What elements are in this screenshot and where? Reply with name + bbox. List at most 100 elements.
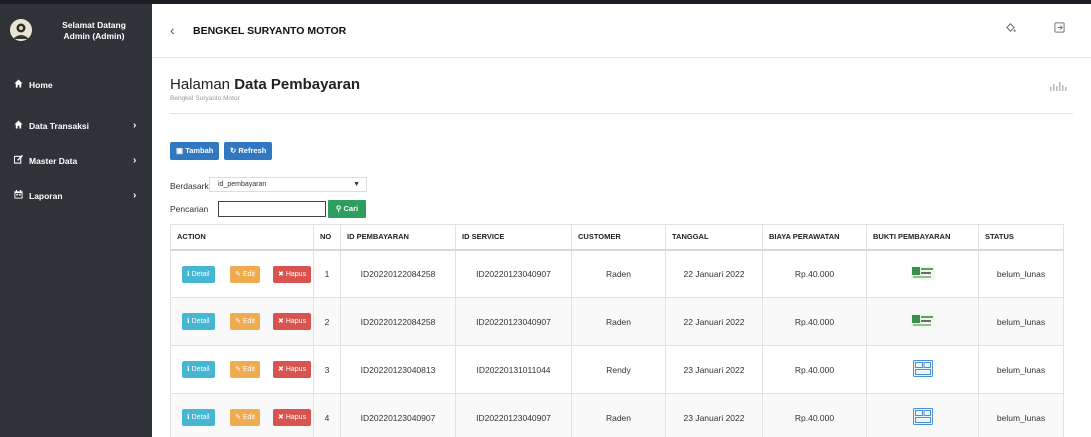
edit-button-label: Edit — [242, 318, 255, 325]
cell-id-pembayaran: ID20220123040813 — [340, 345, 456, 394]
sidebar: Selamat Datang Admin (Admin) Home Data T… — [0, 0, 152, 437]
refresh-icon: ↻ — [230, 146, 237, 155]
edit-button[interactable]: ✎ Edit — [230, 409, 260, 426]
cell-id-pembayaran: ID20220123040907 — [340, 393, 456, 437]
cell-biaya: Rp.40.000 — [762, 345, 867, 394]
edit-icon — [12, 154, 24, 166]
detail-button[interactable]: ℹ Detail — [182, 313, 215, 330]
column-header: STATUS — [978, 224, 1064, 251]
delete-button-label: Hapus — [285, 414, 307, 421]
column-header: ACTION — [170, 224, 314, 251]
search-icon: ⚲ — [335, 204, 342, 213]
search-button[interactable]: ⚲ Cari — [328, 200, 366, 218]
delete-button[interactable]: ✖ Hapus — [273, 313, 312, 330]
cell-customer: Raden — [571, 297, 666, 346]
table-row: ℹ Detail ✎ Edit ✖ Hapus 2 ID202201220842… — [170, 297, 1064, 346]
delete-button-label: Hapus — [285, 318, 307, 325]
detail-button-label: Detail — [191, 270, 210, 278]
home-icon — [12, 79, 24, 90]
user-panel: Selamat Datang Admin (Admin) — [0, 14, 152, 48]
cell-no: 3 — [313, 345, 341, 394]
calendar-icon — [12, 190, 24, 201]
column-header: CUSTOMER — [571, 224, 666, 251]
action-cell: ℹ Detail ✎ Edit ✖ Hapus — [170, 249, 314, 298]
sidebar-item-laporan[interactable]: Laporan › — [0, 186, 152, 206]
sidebar-item-home[interactable]: Home — [0, 75, 152, 95]
close-icon: ✖ — [278, 414, 284, 421]
receipt-thumbnail[interactable] — [910, 313, 935, 330]
document-thumbnail[interactable] — [912, 408, 933, 427]
cell-tanggal: 22 Januari 2022 — [665, 297, 763, 346]
cell-bukti — [866, 249, 979, 298]
cell-id-service: ID20220123040907 — [455, 249, 572, 298]
detail-button[interactable]: ℹ Detail — [182, 361, 215, 378]
page-header: Halaman Data Pembayaran Bengkel Suryanto… — [170, 76, 1073, 114]
info-icon: ℹ — [187, 270, 190, 278]
edit-icon: ✎ — [235, 270, 241, 278]
paint-bucket-icon[interactable] — [1005, 22, 1016, 36]
sidebar-item-data-transaksi[interactable]: Data Transaksi › — [0, 116, 152, 136]
page-title: Halaman Data Pembayaran — [170, 76, 360, 93]
edit-button-label: Edit — [242, 414, 255, 421]
edit-button[interactable]: ✎ Edit — [230, 361, 260, 378]
cell-biaya: Rp.40.000 — [762, 249, 867, 298]
user-name: Admin (Admin) — [63, 31, 125, 41]
cell-status: belum_lunas — [978, 249, 1064, 298]
detail-button[interactable]: ℹ Detail — [182, 409, 215, 426]
cell-biaya: Rp.40.000 — [762, 393, 867, 437]
caret-down-icon: ▼ — [353, 181, 360, 188]
delete-button[interactable]: ✖ Hapus — [273, 409, 312, 426]
cell-id-service: ID20220123040907 — [455, 297, 572, 346]
cell-biaya: Rp.40.000 — [762, 297, 867, 346]
avatar — [10, 19, 32, 41]
chevron-right-icon: › — [133, 120, 137, 131]
edit-icon: ✎ — [235, 366, 241, 373]
cell-bukti — [866, 297, 979, 346]
cell-bukti — [866, 345, 979, 394]
filter-by-select[interactable]: id_pembayaran ▼ — [209, 177, 367, 192]
top-border — [0, 0, 1091, 4]
close-icon: ✖ — [278, 270, 284, 278]
delete-button-label: Hapus — [285, 366, 307, 373]
table-header-row: ACTION NO ID PEMBAYARAN ID SERVICE CUSTO… — [170, 224, 1064, 251]
detail-button-label: Detail — [191, 414, 210, 421]
close-icon: ✖ — [278, 366, 284, 373]
close-icon: ✖ — [278, 318, 284, 325]
action-cell: ℹ Detail ✎ Edit ✖ Hapus — [170, 345, 314, 394]
cell-tanggal: 23 Januari 2022 — [665, 393, 763, 437]
delete-button[interactable]: ✖ Hapus — [273, 361, 312, 378]
detail-button[interactable]: ℹ Detail — [182, 265, 215, 283]
column-header: ID PEMBAYARAN — [340, 224, 456, 251]
sign-out-icon[interactable] — [1054, 22, 1065, 36]
sidebar-item-master-data[interactable]: Master Data › — [0, 151, 152, 171]
edit-button[interactable]: ✎ Edit — [230, 265, 260, 283]
detail-button-label: Detail — [191, 318, 210, 325]
info-icon: ℹ — [187, 366, 190, 373]
cell-no: 4 — [313, 393, 341, 437]
info-icon: ℹ — [187, 318, 190, 325]
cell-status: belum_lunas — [978, 297, 1064, 346]
cell-no: 1 — [313, 249, 341, 298]
detail-button-label: Detail — [191, 366, 210, 373]
cell-customer: Raden — [571, 249, 666, 298]
edit-button[interactable]: ✎ Edit — [230, 313, 260, 330]
refresh-button[interactable]: ↻ Refresh — [224, 142, 273, 160]
column-header: BUKTI PEMBAYARAN — [866, 224, 979, 251]
cell-bukti — [866, 393, 979, 437]
delete-button[interactable]: ✖ Hapus — [273, 265, 312, 283]
home-icon — [12, 120, 24, 131]
receipt-thumbnail[interactable] — [910, 265, 935, 282]
add-button[interactable]: ▣ Tambah — [170, 142, 220, 160]
cell-tanggal: 22 Januari 2022 — [665, 249, 763, 298]
topbar: ‹ BENGKEL SURYANTO MOTOR — [152, 4, 1091, 58]
chevron-left-icon[interactable]: ‹ — [170, 22, 175, 38]
action-cell: ℹ Detail ✎ Edit ✖ Hapus — [170, 393, 314, 437]
info-icon: ℹ — [187, 414, 190, 421]
table-row: ℹ Detail ✎ Edit ✖ Hapus 1 ID202201220842… — [170, 249, 1064, 298]
refresh-button-label: Refresh — [238, 146, 267, 155]
search-input[interactable] — [218, 201, 326, 217]
action-cell: ℹ Detail ✎ Edit ✖ Hapus — [170, 297, 314, 346]
page-title-prefix: Halaman — [170, 76, 231, 93]
cell-customer: Rendy — [571, 345, 666, 394]
document-thumbnail[interactable] — [912, 360, 933, 379]
